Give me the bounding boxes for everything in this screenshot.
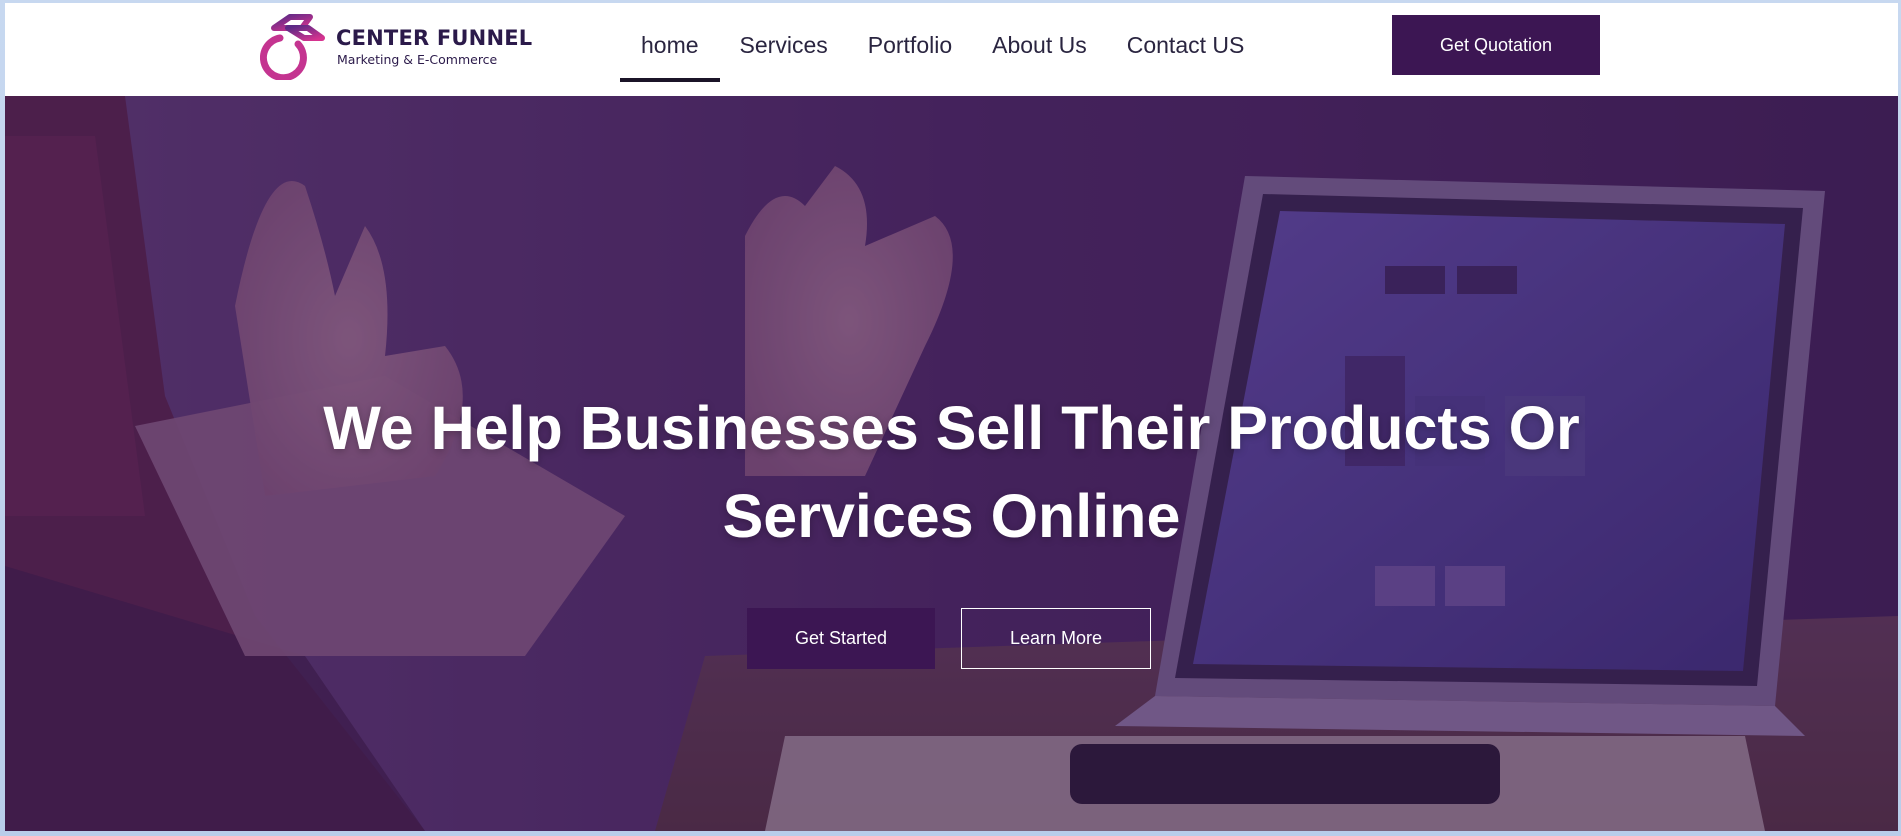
funnel-logo-icon [260, 14, 325, 80]
hero-headline-line-1: We Help Businesses Sell Their Products O… [323, 394, 1580, 462]
nav-item-services[interactable]: Services [720, 3, 848, 96]
hero-headline: We Help Businesses Sell Their Products O… [5, 384, 1898, 560]
learn-more-button[interactable]: Learn More [961, 608, 1151, 669]
site-header: CENTER FUNNEL Marketing & E-Commerce hom… [5, 3, 1898, 96]
logo-name: CENTER FUNNEL [336, 25, 533, 50]
logo-tagline: Marketing & E-Commerce [337, 51, 498, 67]
nav-item-home[interactable]: home [620, 3, 720, 96]
main-nav: home Services Portfolio About Us Contact… [620, 3, 1264, 96]
nav-item-about-us[interactable]: About Us [972, 3, 1107, 96]
get-quotation-button[interactable]: Get Quotation [1392, 15, 1600, 75]
logo[interactable]: CENTER FUNNEL Marketing & E-Commerce [260, 13, 532, 81]
get-started-button[interactable]: Get Started [747, 608, 935, 669]
nav-item-portfolio[interactable]: Portfolio [848, 3, 972, 96]
hero-section: We Help Businesses Sell Their Products O… [5, 96, 1898, 831]
page-frame: CENTER FUNNEL Marketing & E-Commerce hom… [5, 3, 1898, 831]
hero-headline-line-2: Services Online [722, 482, 1181, 550]
nav-item-contact-us[interactable]: Contact US [1107, 3, 1265, 96]
logo-text: CENTER FUNNEL Marketing & E-Commerce [336, 25, 533, 67]
